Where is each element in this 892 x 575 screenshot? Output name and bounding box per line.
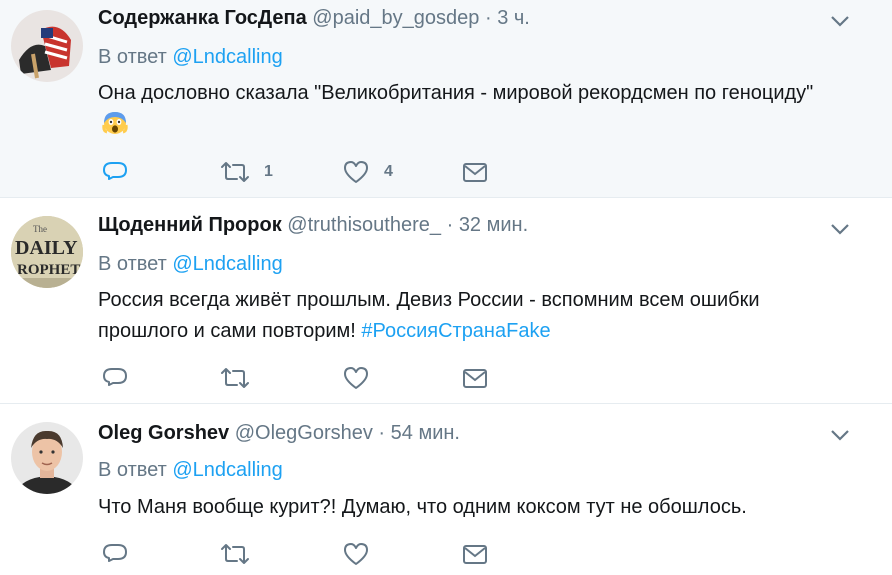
tweet[interactable]: Oleg Gorshev @OlegGorshev · 54 мин. В от… <box>0 404 892 575</box>
retweet-button[interactable] <box>220 540 250 568</box>
reply-icon <box>103 544 127 562</box>
like-count: 4 <box>384 163 393 180</box>
reply-mention-link[interactable]: @Lndcalling <box>172 459 282 481</box>
reply-icon <box>103 368 127 386</box>
reply-button[interactable] <box>102 364 128 392</box>
heart-icon <box>344 161 368 183</box>
reply-prefix: В ответ <box>98 253 167 275</box>
tweet-header: Щоденний Пророк @truthisouthere_ · 32 ми… <box>98 214 528 237</box>
reply-prefix: В ответ <box>98 459 167 481</box>
tweet-actions: 1 4 <box>100 158 520 188</box>
scream-emoji-icon <box>102 112 128 134</box>
reply-button[interactable] <box>102 158 128 186</box>
display-name[interactable]: Содержанка ГосДепа <box>98 7 307 29</box>
hashtag-link[interactable]: #РоссияСтранаFake <box>361 320 550 342</box>
reply-button[interactable] <box>102 540 128 568</box>
avatar-small-text: The <box>33 224 47 234</box>
timestamp[interactable]: 3 ч. <box>497 7 530 29</box>
retweet-count: 1 <box>264 163 273 180</box>
tweet-text: Россия всегда живёт прошлым. Девиз Росси… <box>98 285 818 347</box>
chevron-down-icon[interactable] <box>830 428 850 442</box>
reply-icon <box>103 162 127 180</box>
tweet-text-content: Она дословно сказала "Великобритания - м… <box>98 82 814 104</box>
direct-message-button[interactable] <box>462 158 488 186</box>
like-button[interactable]: 4 <box>342 158 393 186</box>
tweet-text-content: Что Маня вообще курит?! Думаю, что одним… <box>98 496 747 518</box>
separator-dot: · <box>378 422 386 444</box>
direct-message-button[interactable] <box>462 540 488 568</box>
avatar[interactable] <box>11 10 83 82</box>
reply-mention-link[interactable]: @Lndcalling <box>172 253 282 275</box>
avatar-text-daily: DAILY <box>15 237 78 259</box>
retweet-icon <box>221 368 249 388</box>
timestamp[interactable]: 54 мин. <box>391 422 460 444</box>
retweet-button[interactable] <box>220 364 250 392</box>
avatar[interactable]: The DAILY ROPHET <box>11 216 83 288</box>
like-button[interactable] <box>342 540 370 568</box>
tweet-text: Она дословно сказала "Великобритания - м… <box>98 78 818 141</box>
reply-prefix: В ответ <box>98 46 167 68</box>
chevron-down-icon[interactable] <box>830 222 850 236</box>
display-name[interactable]: Щоденний Пророк <box>98 214 282 236</box>
username[interactable]: @truthisouthere_ <box>287 214 441 236</box>
separator-dot: · <box>446 214 454 236</box>
envelope-icon <box>463 369 487 388</box>
reply-context: В ответ @Lndcalling <box>98 46 283 69</box>
separator-dot: · <box>484 7 492 29</box>
direct-message-button[interactable] <box>462 364 488 392</box>
timestamp[interactable]: 32 мин. <box>459 214 528 236</box>
reply-context: В ответ @Lndcalling <box>98 459 283 482</box>
envelope-icon <box>463 163 487 182</box>
tweet[interactable]: Содержанка ГосДепа @paid_by_gosdep · 3 ч… <box>0 0 892 198</box>
username[interactable]: @paid_by_gosdep <box>312 7 479 29</box>
chevron-down-icon[interactable] <box>830 14 850 28</box>
avatar[interactable] <box>11 422 83 494</box>
heart-icon <box>344 543 368 565</box>
heart-icon <box>344 367 368 389</box>
reply-mention-link[interactable]: @Lndcalling <box>172 46 282 68</box>
tweet-header: Содержанка ГосДепа @paid_by_gosdep · 3 ч… <box>98 7 530 30</box>
retweet-button[interactable]: 1 <box>220 158 273 186</box>
tweet[interactable]: The DAILY ROPHET Щоденний Пророк @truthi… <box>0 198 892 404</box>
retweet-icon <box>221 544 249 564</box>
tweet-actions <box>100 540 520 570</box>
username[interactable]: @OlegGorshev <box>235 422 373 444</box>
tweet-text: Что Маня вообще курит?! Думаю, что одним… <box>98 492 818 523</box>
retweet-icon <box>221 162 249 182</box>
display-name[interactable]: Oleg Gorshev <box>98 422 229 444</box>
avatar-text-prophet: ROPHET <box>17 262 80 278</box>
reply-context: В ответ @Lndcalling <box>98 253 283 276</box>
like-button[interactable] <box>342 364 370 392</box>
tweet-actions <box>100 364 520 394</box>
envelope-icon <box>463 545 487 564</box>
tweet-header: Oleg Gorshev @OlegGorshev · 54 мин. <box>98 422 460 445</box>
